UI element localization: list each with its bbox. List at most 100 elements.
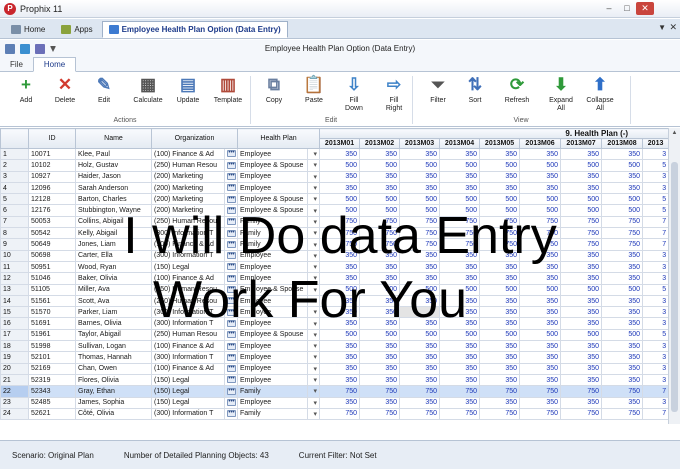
customize-chevron-down-icon[interactable] xyxy=(50,46,56,52)
value-cell[interactable]: 750 xyxy=(359,385,401,398)
value-cell[interactable]: 500 xyxy=(439,328,481,342)
row-number[interactable]: 3 xyxy=(0,170,29,183)
health-plan-chevron-down-icon[interactable]: ▾ xyxy=(307,227,321,240)
value-cell[interactable]: 350 xyxy=(319,317,361,330)
refresh-button[interactable]: ⟳ Refresh xyxy=(499,76,535,105)
add-button[interactable]: + Add xyxy=(8,76,44,105)
value-cell[interactable]: 750 xyxy=(479,238,521,251)
workbook-icon[interactable] xyxy=(5,44,15,54)
maximize-button[interactable]: □ xyxy=(618,2,636,15)
value-cell[interactable]: 500 xyxy=(439,283,481,296)
organization-picker-button[interactable]: ••• xyxy=(223,193,239,206)
period-group-header[interactable]: 9. Health Plan (-) xyxy=(319,128,668,139)
organization-cell[interactable]: (300) Information T xyxy=(151,351,225,364)
name-cell[interactable]: Flores, Olivia xyxy=(75,373,152,387)
value-cell[interactable]: 750 xyxy=(439,238,481,251)
table-row[interactable]: 16 51691 Barnes, Olivia (300) Information T… xyxy=(0,317,668,330)
table-row[interactable]: 23 52485 James, Sophia (150) Legal ••• Employ… xyxy=(0,396,668,409)
value-cell[interactable]: 3 xyxy=(642,351,668,364)
value-cell[interactable]: 500 xyxy=(319,193,361,206)
value-cell[interactable]: 500 xyxy=(319,204,361,217)
organization-picker-button[interactable]: ••• xyxy=(223,294,239,308)
value-cell[interactable]: 7 xyxy=(642,407,668,421)
health-plan-chevron-down-icon[interactable]: ▾ xyxy=(307,362,321,375)
name-cell[interactable]: Côté, Olivia xyxy=(75,407,152,421)
value-cell[interactable]: 350 xyxy=(399,181,441,195)
value-cell[interactable]: 350 xyxy=(479,260,521,274)
organization-picker-button[interactable]: ••• xyxy=(223,396,239,409)
organization-picker-button[interactable]: ••• xyxy=(223,147,239,161)
value-cell[interactable]: 3 xyxy=(642,317,668,330)
health-plan-chevron-down-icon[interactable]: ▾ xyxy=(307,238,321,251)
name-cell[interactable]: Chan, Owen xyxy=(75,362,152,375)
value-cell[interactable]: 350 xyxy=(479,272,521,285)
table-row[interactable]: 20 52169 Chan, Owen (100) Finance & Ad ••• Em… xyxy=(0,362,668,375)
value-cell[interactable]: 750 xyxy=(399,215,441,229)
row-number[interactable]: 15 xyxy=(0,306,29,319)
health-plan-cell[interactable]: Employee xyxy=(237,170,309,183)
value-cell[interactable]: 350 xyxy=(319,294,361,308)
column-header-name[interactable]: Name xyxy=(75,128,152,149)
id-cell[interactable]: 51105 xyxy=(28,283,76,296)
value-cell[interactable]: 350 xyxy=(519,181,562,195)
value-cell[interactable]: 500 xyxy=(519,193,562,206)
period-header-2013m06[interactable]: 2013M06 xyxy=(519,138,562,149)
value-cell[interactable]: 500 xyxy=(519,283,562,296)
value-cell[interactable]: 350 xyxy=(319,249,361,262)
value-cell[interactable]: 750 xyxy=(319,215,361,229)
scroll-up-icon[interactable]: ▲ xyxy=(669,128,680,138)
health-plan-chevron-down-icon[interactable]: ▾ xyxy=(307,181,321,195)
value-cell[interactable]: 750 xyxy=(399,385,441,398)
id-cell[interactable]: 12096 xyxy=(28,181,76,195)
value-cell[interactable]: 350 xyxy=(519,317,562,330)
value-cell[interactable]: 350 xyxy=(359,170,401,183)
health-plan-cell[interactable]: Employee xyxy=(237,147,309,161)
value-cell[interactable]: 500 xyxy=(479,159,521,172)
value-cell[interactable]: 350 xyxy=(479,396,521,409)
save-icon[interactable] xyxy=(35,44,45,54)
organization-cell[interactable]: (300) Information T xyxy=(151,317,225,330)
row-number[interactable]: 6 xyxy=(0,204,29,217)
organization-picker-button[interactable]: ••• xyxy=(223,215,239,229)
organization-cell[interactable]: (300) Information T xyxy=(151,227,225,240)
organization-cell[interactable]: (150) Legal xyxy=(151,260,225,274)
id-cell[interactable]: 51561 xyxy=(28,294,76,308)
value-cell[interactable]: 750 xyxy=(439,385,481,398)
name-cell[interactable]: Stubbington, Wayne xyxy=(75,204,152,217)
value-cell[interactable]: 500 xyxy=(399,204,441,217)
value-cell[interactable]: 350 xyxy=(399,260,441,274)
value-cell[interactable]: 350 xyxy=(601,181,644,195)
value-cell[interactable]: 750 xyxy=(359,215,401,229)
id-cell[interactable]: 52485 xyxy=(28,396,76,409)
row-number[interactable]: 5 xyxy=(0,193,29,206)
value-cell[interactable]: 350 xyxy=(479,294,521,308)
value-cell[interactable]: 350 xyxy=(560,249,603,262)
id-cell[interactable]: 51046 xyxy=(28,272,76,285)
column-header-id[interactable]: ID xyxy=(28,128,76,149)
health-plan-cell[interactable]: Employee xyxy=(237,306,309,319)
value-cell[interactable]: 350 xyxy=(479,306,521,319)
health-plan-chevron-down-icon[interactable]: ▾ xyxy=(307,328,321,342)
health-plan-cell[interactable]: Employee xyxy=(237,249,309,262)
close-window-button[interactable]: ✕ xyxy=(636,2,654,15)
value-cell[interactable]: 350 xyxy=(560,373,603,387)
value-cell[interactable]: 350 xyxy=(519,396,562,409)
value-cell[interactable]: 500 xyxy=(601,204,644,217)
value-cell[interactable]: 5 xyxy=(642,159,668,172)
value-cell[interactable]: 500 xyxy=(359,193,401,206)
organization-cell[interactable]: (150) Legal xyxy=(151,385,225,398)
value-cell[interactable]: 350 xyxy=(359,373,401,387)
table-row[interactable]: 21 52319 Flores, Olivia (150) Legal ••• Emplo… xyxy=(0,373,668,387)
value-cell[interactable]: 350 xyxy=(479,181,521,195)
value-cell[interactable]: 5 xyxy=(642,328,668,342)
column-header-organization[interactable]: Organization xyxy=(150,128,239,149)
value-cell[interactable]: 500 xyxy=(519,159,562,172)
value-cell[interactable]: 500 xyxy=(359,204,401,217)
name-cell[interactable]: James, Sophia xyxy=(75,396,152,409)
organization-picker-button[interactable]: ••• xyxy=(223,283,239,296)
value-cell[interactable]: 350 xyxy=(479,340,521,353)
value-cell[interactable]: 750 xyxy=(560,227,603,240)
value-cell[interactable]: 350 xyxy=(439,396,481,409)
organization-picker-button[interactable]: ••• xyxy=(223,407,239,421)
row-number[interactable]: 21 xyxy=(0,373,29,387)
